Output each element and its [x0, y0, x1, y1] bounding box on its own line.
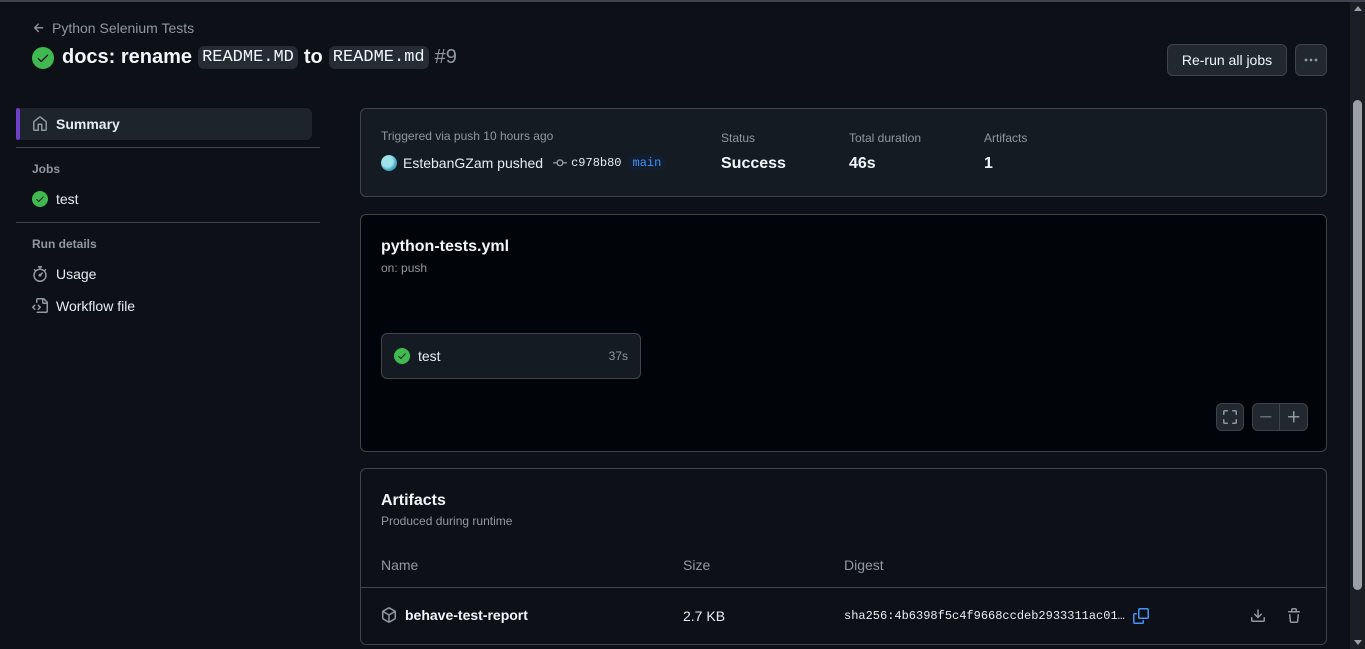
success-check-icon: [394, 348, 410, 364]
title-code-to: README.md: [328, 46, 429, 69]
status-label: Status: [721, 131, 756, 145]
git-commit-icon: [553, 159, 568, 167]
scroll-up-arrow[interactable]: [1354, 6, 1362, 11]
artifact-digest-text: sha256:4b6398f5c4f9668ccdeb2933311ac01…: [844, 609, 1125, 623]
duration-stat: Total duration 46s: [849, 129, 921, 173]
scroll-down-arrow[interactable]: [1354, 640, 1362, 645]
sidebar-item-usage[interactable]: Usage: [16, 258, 320, 290]
file-code-icon: [32, 298, 48, 313]
artifacts-title: Artifacts: [381, 492, 446, 509]
artifacts-panel: Artifacts Produced during runtime Name S…: [360, 468, 1327, 645]
more-options-button[interactable]: [1295, 44, 1327, 76]
avatar[interactable]: [381, 155, 397, 171]
sidebar-item-job-test[interactable]: test: [16, 183, 320, 215]
artifact-name-link[interactable]: behave-test-report: [381, 607, 528, 623]
sidebar-divider: [16, 147, 320, 148]
plus-icon: [1287, 411, 1299, 423]
run-summary-panel: Triggered via push 10 hours ago EstebanG…: [360, 108, 1327, 197]
workflow-file-name: python-tests.yml: [381, 238, 510, 255]
artifact-name: behave-test-report: [405, 607, 528, 623]
duration-value: 46s: [849, 155, 876, 172]
trigger-details: EstebanGZam pushed c978b80 main: [381, 155, 667, 171]
job-card-test[interactable]: test 37s: [381, 333, 641, 379]
commit-sha: c978b80: [571, 156, 622, 170]
title-code-from: README.MD: [198, 46, 298, 69]
run-details-heading: Run details: [32, 237, 97, 251]
home-icon: [33, 116, 47, 131]
sidebar-item-label: test: [56, 191, 79, 207]
dash-icon: [1260, 416, 1272, 418]
screen-full-icon: [1223, 410, 1237, 424]
kebab-horizontal-icon: [1304, 58, 1318, 62]
artifacts-stat: Artifacts 1: [984, 129, 1027, 173]
success-check-icon: [32, 46, 54, 69]
run-title: docs: rename README.MD to README.md #9: [62, 46, 457, 69]
branch-label[interactable]: main: [627, 155, 667, 171]
artifact-digest: sha256:4b6398f5c4f9668ccdeb2933311ac01…: [844, 608, 1149, 624]
zoom-in-button[interactable]: [1280, 404, 1307, 430]
sidebar-item-label: Summary: [56, 116, 120, 132]
back-link[interactable]: Python Selenium Tests: [32, 20, 194, 36]
job-duration: 37s: [608, 349, 628, 363]
sidebar-item-summary[interactable]: Summary: [16, 108, 312, 140]
download-button[interactable]: [1248, 606, 1268, 626]
trash-icon: [1288, 608, 1300, 623]
arrow-left-icon: [33, 23, 44, 33]
download-icon: [1251, 609, 1265, 622]
sidebar-item-label: Usage: [56, 266, 97, 282]
stopwatch-icon: [33, 266, 47, 282]
page-scrollbar[interactable]: [1350, 2, 1365, 649]
workflow-graph-panel: python-tests.yml on: push test 37s: [360, 214, 1327, 452]
artifacts-count[interactable]: 1: [984, 155, 1027, 173]
column-header-size: Size: [683, 557, 711, 573]
fullscreen-button[interactable]: [1216, 403, 1244, 431]
sidebar-item-label: Workflow file: [56, 298, 136, 314]
artifact-size: 2.7 KB: [683, 608, 726, 624]
status-stat: Status Success: [721, 129, 786, 173]
column-header-name: Name: [381, 557, 419, 573]
rerun-all-jobs-button[interactable]: Re-run all jobs: [1167, 44, 1287, 76]
sidebar-item-workflow-file[interactable]: Workflow file: [16, 290, 320, 322]
sidebar: Summary Jobs test Run details Usage Work…: [16, 108, 320, 322]
status-value: Success: [721, 155, 786, 172]
zoom-out-button[interactable]: [1253, 404, 1281, 430]
success-check-icon: [32, 191, 48, 207]
workflow-trigger: on: push: [381, 261, 428, 275]
copy-icon[interactable]: [1132, 608, 1149, 624]
jobs-heading: Jobs: [32, 162, 61, 176]
commit-link[interactable]: c978b80: [553, 156, 622, 170]
back-link-label[interactable]: Python Selenium Tests: [52, 20, 194, 36]
page-title: docs: rename README.MD to README.md #9: [32, 46, 457, 69]
duration-label: Total duration: [849, 131, 922, 145]
sidebar-divider: [16, 222, 320, 223]
package-icon: [382, 607, 396, 623]
job-name: test: [418, 348, 441, 364]
artifacts-label: Artifacts: [984, 131, 1028, 145]
actor-text[interactable]: EstebanGZam pushed: [403, 155, 543, 171]
table-row: behave-test-report 2.7 KB sha256:4b6398f…: [361, 588, 1326, 644]
title-prefix: docs: rename: [62, 46, 193, 68]
title-mid: to: [303, 46, 323, 68]
column-header-digest: Digest: [844, 557, 884, 573]
run-number: #9: [434, 46, 457, 68]
zoom-controls: [1252, 403, 1308, 431]
artifacts-subtitle: Produced during runtime: [381, 514, 513, 528]
delete-button[interactable]: [1284, 606, 1304, 626]
scroll-thumb[interactable]: [1353, 100, 1362, 590]
trigger-text: Triggered via push 10 hours ago: [381, 129, 554, 143]
